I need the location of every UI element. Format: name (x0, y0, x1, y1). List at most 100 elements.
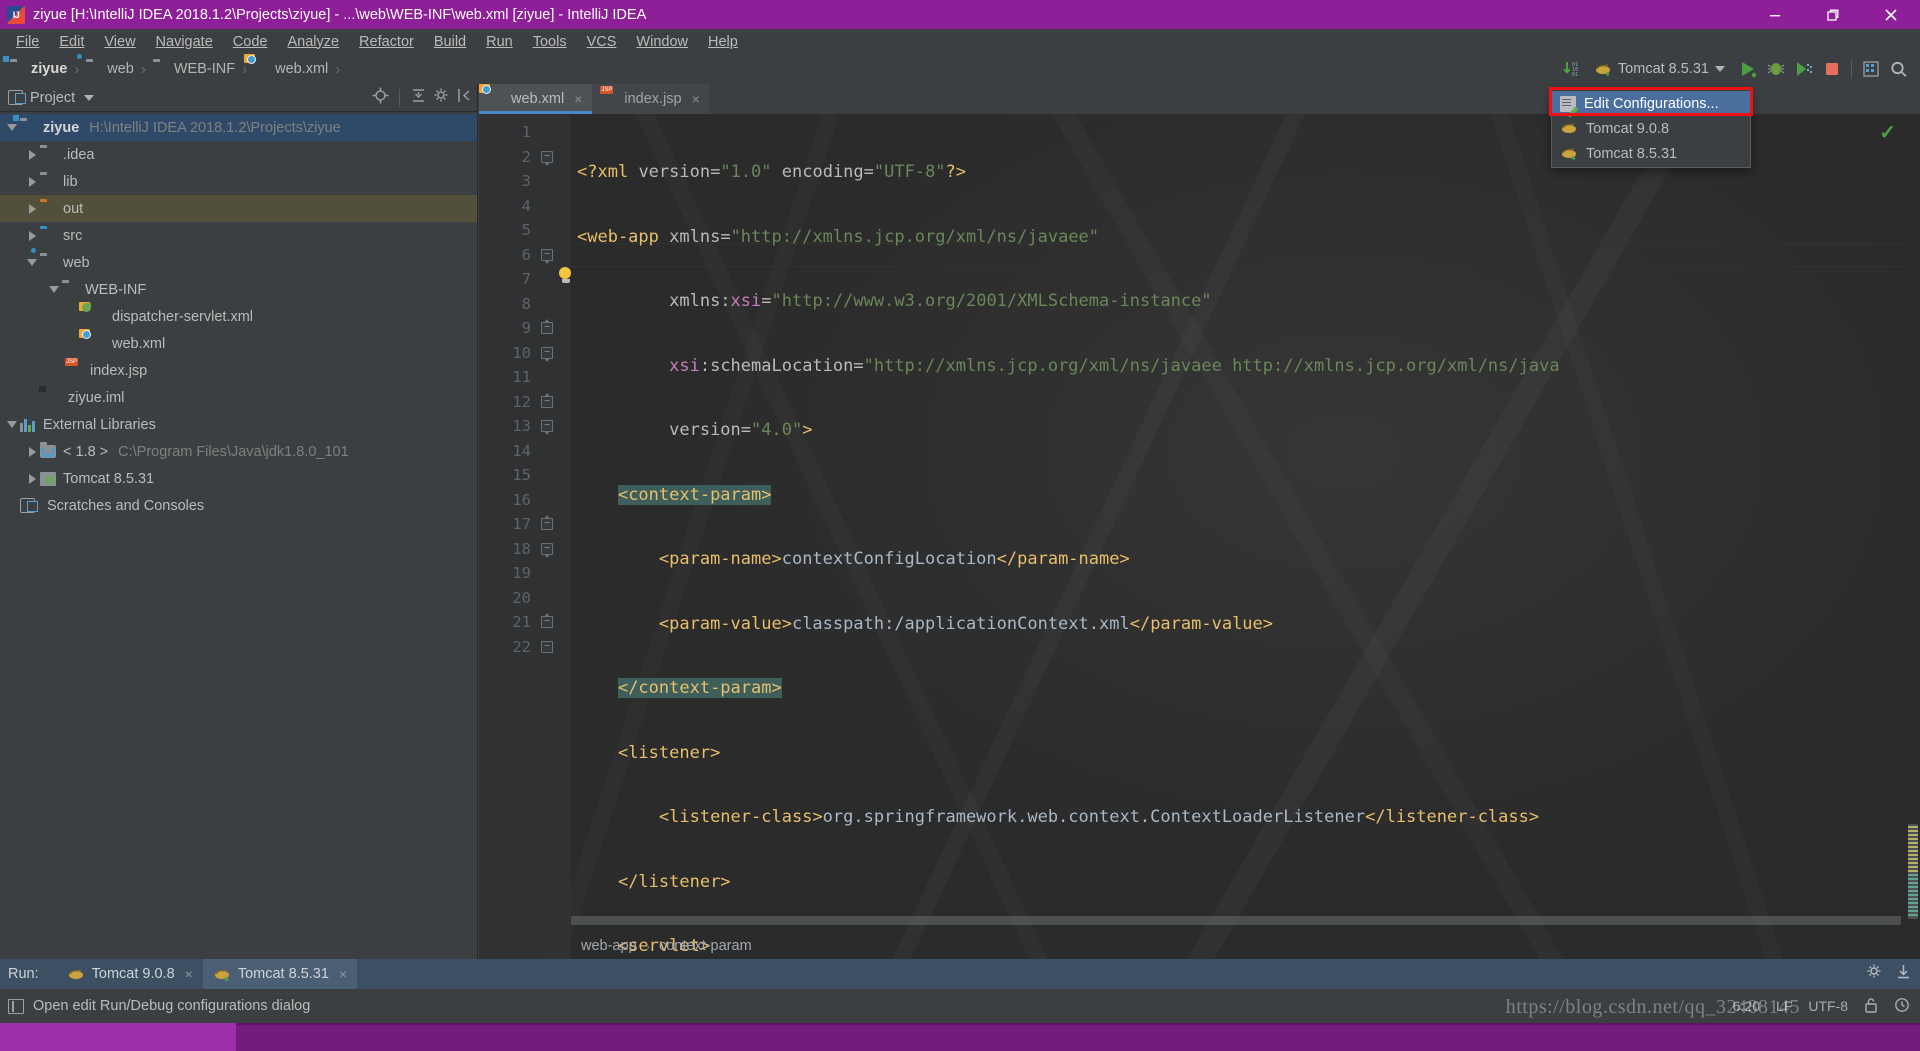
breadcrumb-ziyue[interactable]: ziyue (3, 56, 67, 77)
debug-button[interactable] (1763, 56, 1789, 82)
menu-code[interactable]: Code (223, 32, 278, 52)
menu-build[interactable]: Build (424, 32, 476, 52)
fold-toggle-icon[interactable]: − (541, 640, 553, 653)
fold-toggle-icon[interactable]: − (541, 515, 553, 530)
editor-marker-scrollbar[interactable] (1906, 114, 1920, 959)
tab-index-jsp[interactable]: index.jsp × (592, 84, 710, 114)
menu-refactor[interactable]: Refactor (349, 32, 424, 52)
tree-node-ziyue-iml[interactable]: ziyue.iml (0, 384, 477, 411)
settings-gear-icon[interactable] (1866, 963, 1883, 985)
chevron-right-icon[interactable] (24, 230, 40, 241)
code-editor[interactable]: 1 2 3 4 5 6 7 8 9 10 11 12 13 14 15 16 1… (479, 114, 1920, 959)
minimize-button[interactable] (1746, 0, 1804, 29)
run-button[interactable] (1735, 56, 1761, 82)
run-tab-tomcat-9-0-8[interactable]: Tomcat 9.0.8 × (57, 959, 203, 989)
close-icon[interactable]: × (339, 966, 347, 982)
menu-tools[interactable]: Tools (523, 32, 577, 52)
menu-vcs[interactable]: VCS (577, 32, 627, 52)
caret-position-indicator[interactable]: 6:20 (1733, 998, 1760, 1014)
close-icon[interactable]: × (692, 91, 700, 107)
menu-item-edit-configurations[interactable]: Edit Configurations... (1552, 91, 1750, 116)
tree-node-dispatcher-servlet-xml[interactable]: dispatcher-servlet.xml (0, 302, 477, 330)
fold-toggle-icon[interactable]: − (541, 150, 553, 166)
code-folding-column[interactable]: − − − − − − − − − − (537, 120, 559, 659)
compile-binary-icon[interactable]: 01 10 01 (1560, 56, 1586, 82)
close-icon[interactable]: × (574, 91, 582, 107)
menu-navigate[interactable]: Navigate (146, 32, 223, 52)
menu-edit[interactable]: Edit (49, 32, 94, 52)
tree-node-web[interactable]: web (0, 247, 477, 276)
chevron-right-icon[interactable] (24, 446, 40, 457)
menu-view[interactable]: View (94, 32, 145, 52)
tree-node-idea[interactable]: .idea (0, 141, 477, 168)
run-with-coverage-button[interactable] (1791, 56, 1817, 82)
chevron-down-icon[interactable] (46, 286, 62, 293)
menu-help[interactable]: Help (698, 32, 748, 52)
stop-button[interactable] (1819, 56, 1845, 82)
tree-node-src[interactable]: src (0, 222, 477, 249)
fold-toggle-icon[interactable]: − (541, 420, 553, 435)
horizontal-scrollbar-thumb[interactable] (571, 916, 1901, 925)
fold-toggle-icon[interactable]: − (541, 248, 553, 264)
tree-node-scratches-and-consoles[interactable]: Scratches and Consoles (0, 492, 477, 519)
project-tree: ziyue H:\IntelliJ IDEA 2018.1.2\Projects… (0, 112, 477, 519)
inspection-status-icon[interactable]: ✓ (1879, 120, 1896, 145)
tab-web-xml[interactable]: web.xml × (479, 84, 593, 114)
chevron-right-icon[interactable] (24, 203, 40, 214)
line-separator-indicator[interactable]: LF (1776, 998, 1792, 1014)
menu-item-tomcat-9-0-8[interactable]: Tomcat 9.0.8 (1552, 116, 1750, 141)
collapse-all-icon[interactable] (410, 87, 427, 109)
folder-icon (40, 148, 56, 162)
editor-gutter[interactable]: 1 2 3 4 5 6 7 8 9 10 11 12 13 14 15 16 1… (479, 114, 571, 959)
run-tab-tomcat-8-5-31[interactable]: Tomcat 8.5.31 × (202, 959, 358, 989)
breadcrumb-webxml[interactable]: web.xml (247, 55, 328, 77)
menu-analyze[interactable]: Analyze (277, 32, 349, 52)
code-content[interactable]: <?xml version="1.0" encoding="UTF-8"?> <… (571, 120, 1920, 959)
fold-toggle-icon[interactable]: − (541, 542, 553, 558)
project-panel-actions (372, 84, 473, 112)
chevron-down-icon[interactable] (84, 94, 95, 101)
maximize-button[interactable] (1804, 0, 1862, 29)
tree-node-external-libraries[interactable]: External Libraries (0, 411, 477, 438)
event-log-icon[interactable] (1894, 997, 1910, 1016)
encoding-indicator[interactable]: UTF-8 (1808, 998, 1848, 1014)
tree-node-ziyue[interactable]: ziyue H:\IntelliJ IDEA 2018.1.2\Projects… (0, 114, 477, 141)
tree-node-tomcat-library[interactable]: Tomcat 8.5.31 (0, 465, 477, 492)
tree-node-out[interactable]: out (0, 195, 477, 222)
tree-node-index-jsp[interactable]: index.jsp (0, 357, 477, 384)
breadcrumb-web-app[interactable]: web-app (581, 938, 637, 954)
chevron-down-icon[interactable] (4, 421, 20, 428)
toggle-toolwindows-icon[interactable] (8, 998, 24, 1014)
menu-window[interactable]: Window (626, 32, 698, 52)
menu-run[interactable]: Run (476, 32, 523, 52)
hide-panel-icon[interactable] (1895, 963, 1912, 985)
close-icon[interactable]: × (185, 966, 193, 982)
tree-node-jdk[interactable]: < 1.8 > C:\Program Files\Java\jdk1.8.0_1… (0, 438, 477, 465)
chevron-down-icon[interactable] (24, 259, 40, 266)
menu-item-tomcat-8-5-31[interactable]: Tomcat 8.5.31 (1552, 141, 1750, 166)
close-button[interactable] (1862, 0, 1920, 29)
chevron-right-icon[interactable] (24, 473, 40, 484)
locate-target-icon[interactable] (372, 87, 389, 109)
fold-toggle-icon[interactable]: − (541, 319, 553, 334)
breadcrumb-context-param[interactable]: context-param (659, 938, 752, 954)
fold-toggle-icon[interactable]: − (541, 392, 553, 408)
unlocked-icon[interactable] (1864, 997, 1878, 1016)
tree-node-lib[interactable]: lib (0, 168, 477, 195)
run-configuration-selector[interactable]: Tomcat 8.5.31 (1588, 59, 1733, 79)
hide-panel-icon[interactable] (456, 87, 473, 109)
tree-node-web-xml[interactable]: web.xml (0, 329, 477, 357)
breadcrumb-web[interactable]: web (77, 54, 134, 77)
tree-node-webinf[interactable]: WEB-INF (0, 276, 477, 303)
settings-gear-icon[interactable] (433, 87, 450, 109)
menu-file[interactable]: File (6, 32, 49, 52)
chevron-right-icon[interactable] (24, 176, 40, 187)
project-structure-button[interactable] (1858, 56, 1884, 82)
chevron-down-icon[interactable] (1715, 66, 1725, 72)
fold-toggle-icon[interactable]: − (541, 613, 553, 628)
breadcrumb-webinf[interactable]: WEB-INF (153, 61, 235, 77)
chevron-right-icon[interactable] (24, 149, 40, 160)
search-everywhere-button[interactable] (1886, 56, 1912, 82)
fold-toggle-icon[interactable]: − (541, 346, 553, 362)
chevron-down-icon[interactable] (4, 124, 20, 131)
